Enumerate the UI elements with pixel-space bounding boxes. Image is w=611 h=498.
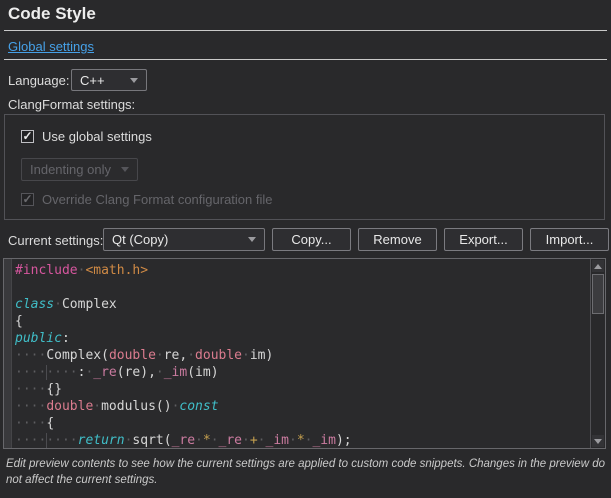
code-preview-editor[interactable]: #include·<math.h> class·Complex{public:·… [3,258,606,449]
chevron-down-icon [130,78,138,83]
global-settings-link[interactable]: Global settings [8,39,94,54]
scrollbar-thumb[interactable] [592,274,604,314]
footer-note: Edit preview contents to see how the cur… [6,456,606,488]
code-line: ····Complex(double·re,·double·im) [15,347,589,364]
clangformat-label: ClangFormat settings: [8,97,135,112]
use-global-settings-checkbox[interactable]: ✓ Use global settings [21,129,152,144]
use-global-settings-label: Use global settings [42,129,152,144]
code-line: #include·<math.h> [15,262,589,279]
clangformat-groupbox: ✓ Use global settings Indenting only ✓ O… [4,114,605,220]
remove-button[interactable]: Remove [358,228,437,251]
editor-vertical-scrollbar[interactable] [590,259,605,448]
code-area[interactable]: #include·<math.h> class·Complex{public:·… [15,262,589,448]
override-config-label: Override Clang Format configuration file [42,192,273,207]
checkbox-check-icon: ✓ [21,193,34,206]
arrow-up-icon [594,264,602,269]
export-button[interactable]: Export... [444,228,523,251]
code-line: ········return·sqrt(_re·*·_re·+·_im·*·_i… [15,432,589,448]
language-label: Language: [8,73,69,88]
code-line: ····{ [15,415,589,432]
scroll-up-button[interactable] [592,260,604,272]
separator [4,30,607,31]
arrow-down-icon [594,439,602,444]
checkbox-check-icon: ✓ [21,130,34,143]
code-style-settings-page: Code Style Global settings Language: C++… [0,0,611,498]
clangformat-mode-value: Indenting only [30,162,111,177]
code-line: { [15,313,589,330]
code-line [15,279,589,296]
current-settings-label: Current settings: [8,233,103,248]
chevron-down-icon [121,167,129,172]
code-line: ····double·modulus()·const [15,398,589,415]
scroll-down-button[interactable] [592,435,604,447]
language-select-value: C++ [80,73,105,88]
code-line: ····{} [15,381,589,398]
code-line: ········:·_re(re),·_im(im) [15,364,589,381]
separator [4,59,607,60]
code-line: public: [15,330,589,347]
current-settings-select[interactable]: Qt (Copy) [103,228,265,251]
override-config-checkbox[interactable]: ✓ Override Clang Format configuration fi… [21,192,273,207]
clangformat-mode-select[interactable]: Indenting only [21,158,138,181]
editor-left-margin [4,259,12,448]
language-select[interactable]: C++ [71,69,147,91]
import-button[interactable]: Import... [530,228,609,251]
page-title: Code Style [8,4,96,24]
chevron-down-icon [248,237,256,242]
code-line: class·Complex [15,296,589,313]
current-settings-value: Qt (Copy) [112,232,168,247]
copy-button[interactable]: Copy... [272,228,351,251]
